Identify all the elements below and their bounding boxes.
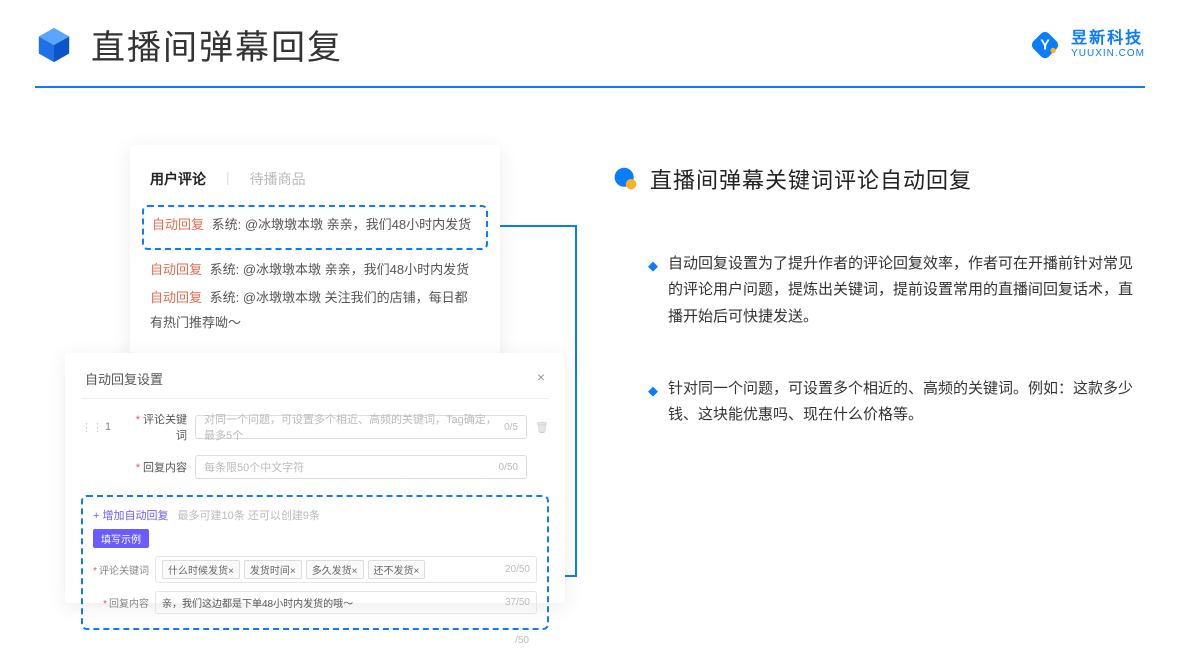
comment-item: 自动回复 系统: @冰墩墩本墩 关注我们的店铺，每日都有热门推荐呦～ — [150, 286, 480, 335]
tab-divider: | — [226, 169, 230, 189]
logo-diamond-icon: Y — [1027, 27, 1063, 63]
logo-en: YUUXIN.COM — [1071, 48, 1145, 59]
bullet-text: 针对同一个问题，可设置多个相近的、高频的关键词。例如：这款多少钱、这块能优惠吗、… — [668, 376, 1140, 429]
example-badge: 填写示例 — [93, 529, 149, 548]
bullet-text: 自动回复设置为了提升作者的评论回复效率，作者可在开播前针对常见的评论用户问题，提… — [668, 251, 1140, 330]
tab-pending-products[interactable]: 待播商品 — [250, 169, 306, 189]
screenshot-mock-area: 用户评论 | 待播商品 自动回复 系统: @冰墩墩本墩 亲亲，我们48小时内发货… — [65, 145, 565, 635]
outer-counter-row: /50 — [81, 634, 549, 646]
header-left: 直播间弹幕回复 — [35, 20, 343, 69]
svg-text:Y: Y — [1040, 37, 1050, 53]
settings-card: 自动回复设置 × ⋮⋮ 1 *评论关键词 对同一个问题，可设置多个相近、高频的关… — [65, 353, 565, 603]
spacer — [99, 461, 117, 473]
autoreply-tag: 自动回复 — [150, 290, 202, 305]
connector-line — [497, 225, 577, 227]
example-keyword-input[interactable]: 什么时候发货× 发货时间× 多久发货× 还不发货× 20/50 — [155, 556, 537, 583]
close-icon[interactable]: × — [537, 369, 545, 388]
diamond-bullet-icon: ◆ — [648, 380, 658, 429]
logo-text: 昱新科技 YUUXIN.COM — [1071, 30, 1145, 59]
settings-header: 自动回复设置 × — [81, 367, 549, 399]
cube-icon — [35, 26, 73, 64]
content-label: *回复内容 — [125, 459, 187, 475]
comment-text: 系统: @冰墩墩本墩 亲亲，我们48小时内发货 — [210, 262, 470, 277]
add-link-row: + 增加自动回复 最多可建10条 还可以创建9条 — [93, 507, 537, 523]
keyword-label: *评论关键词 — [125, 411, 187, 443]
slide-header: 直播间弹幕回复 Y 昱新科技 YUUXIN.COM — [35, 20, 1145, 69]
tag-item[interactable]: 发货时间× — [244, 560, 302, 579]
tab-user-comments[interactable]: 用户评论 — [150, 169, 206, 189]
highlighted-comment: 自动回复 系统: @冰墩墩本墩 亲亲，我们48小时内发货 — [142, 205, 488, 250]
keyword-placeholder: 对同一个问题，可设置多个相近、高频的关键词，Tag确定，最多5个 — [204, 411, 504, 443]
drag-handle-icon[interactable]: ⋮⋮ — [81, 421, 91, 434]
bullet-item: ◆ 自动回复设置为了提升作者的评论回复效率，作者可在开播前针对常见的评论用户问题… — [648, 251, 1140, 330]
trash-icon[interactable]: 🗑 — [535, 421, 549, 434]
logo-cn: 昱新科技 — [1071, 30, 1145, 48]
page-title: 直播间弹幕回复 — [91, 20, 343, 69]
example-keyword-row: *评论关键词 什么时候发货× 发货时间× 多久发货× 还不发货× 20/50 — [93, 556, 537, 583]
add-autoreply-link[interactable]: + 增加自动回复 — [93, 510, 168, 522]
add-hint: 最多可建10条 还可以创建9条 — [178, 510, 320, 522]
content-placeholder: 每条限50个中文字符 — [204, 459, 304, 475]
tabs: 用户评论 | 待播商品 — [150, 169, 480, 189]
spacer — [535, 461, 549, 473]
example-highlight-box: + 增加自动回复 最多可建10条 还可以创建9条 填写示例 *评论关键词 什么时… — [81, 495, 549, 630]
settings-title: 自动回复设置 — [85, 369, 163, 388]
comment-item: 自动回复 系统: @冰墩墩本墩 亲亲，我们48小时内发货 — [152, 213, 478, 238]
comment-item: 自动回复 系统: @冰墩墩本墩 亲亲，我们48小时内发货 — [150, 258, 480, 283]
row-index: 1 — [99, 421, 117, 433]
content-input[interactable]: 每条限50个中文字符 0/50 — [195, 455, 527, 479]
bubble-icon — [612, 166, 638, 192]
keyword-counter: 0/5 — [504, 422, 518, 433]
comments-card: 用户评论 | 待播商品 自动回复 系统: @冰墩墩本墩 亲亲，我们48小时内发货… — [130, 145, 500, 365]
tag-list: 什么时候发货× 发货时间× 多久发货× 还不发货× — [162, 560, 425, 579]
example-content-counter: 37/50 — [505, 597, 530, 608]
diamond-bullet-icon: ◆ — [648, 255, 658, 330]
content-row: *回复内容 每条限50个中文字符 0/50 — [81, 455, 549, 479]
keyword-row: ⋮⋮ 1 *评论关键词 对同一个问题，可设置多个相近、高频的关键词，Tag确定，… — [81, 411, 549, 443]
connector-line — [575, 225, 577, 575]
tag-item[interactable]: 还不发货× — [368, 560, 426, 579]
outer-counter: /50 — [515, 635, 529, 646]
bullet-list: ◆ 自动回复设置为了提升作者的评论回复效率，作者可在开播前针对常见的评论用户问题… — [612, 251, 1140, 428]
comment-text: 系统: @冰墩墩本墩 亲亲，我们48小时内发货 — [212, 217, 472, 232]
example-keyword-label: *评论关键词 — [93, 562, 149, 577]
example-content-row: *回复内容 亲，我们这边都是下单48小时内发货的哦～ 37/50 — [93, 591, 537, 614]
header-divider — [35, 86, 1145, 88]
section-heading: 直播间弹幕关键词评论自动回复 — [612, 163, 1140, 195]
keyword-input[interactable]: 对同一个问题，可设置多个相近、高频的关键词，Tag确定，最多5个 0/5 — [195, 415, 527, 439]
tag-item[interactable]: 多久发货× — [306, 560, 364, 579]
brand-logo: Y 昱新科技 YUUXIN.COM — [1027, 27, 1145, 63]
content-counter: 0/50 — [499, 462, 518, 473]
description-panel: 直播间弹幕关键词评论自动回复 ◆ 自动回复设置为了提升作者的评论回复效率，作者可… — [612, 163, 1140, 474]
section-title: 直播间弹幕关键词评论自动回复 — [650, 163, 972, 195]
tag-item[interactable]: 什么时候发货× — [162, 560, 240, 579]
autoreply-tag: 自动回复 — [152, 217, 204, 232]
autoreply-tag: 自动回复 — [150, 262, 202, 277]
example-content-label: *回复内容 — [93, 595, 149, 610]
spacer — [81, 461, 91, 473]
example-content-input[interactable]: 亲，我们这边都是下单48小时内发货的哦～ 37/50 — [155, 591, 537, 614]
bullet-item: ◆ 针对同一个问题，可设置多个相近的、高频的关键词。例如：这款多少钱、这块能优惠… — [648, 376, 1140, 429]
example-content-value: 亲，我们这边都是下单48小时内发货的哦～ — [162, 595, 353, 610]
example-keyword-counter: 20/50 — [505, 564, 530, 575]
